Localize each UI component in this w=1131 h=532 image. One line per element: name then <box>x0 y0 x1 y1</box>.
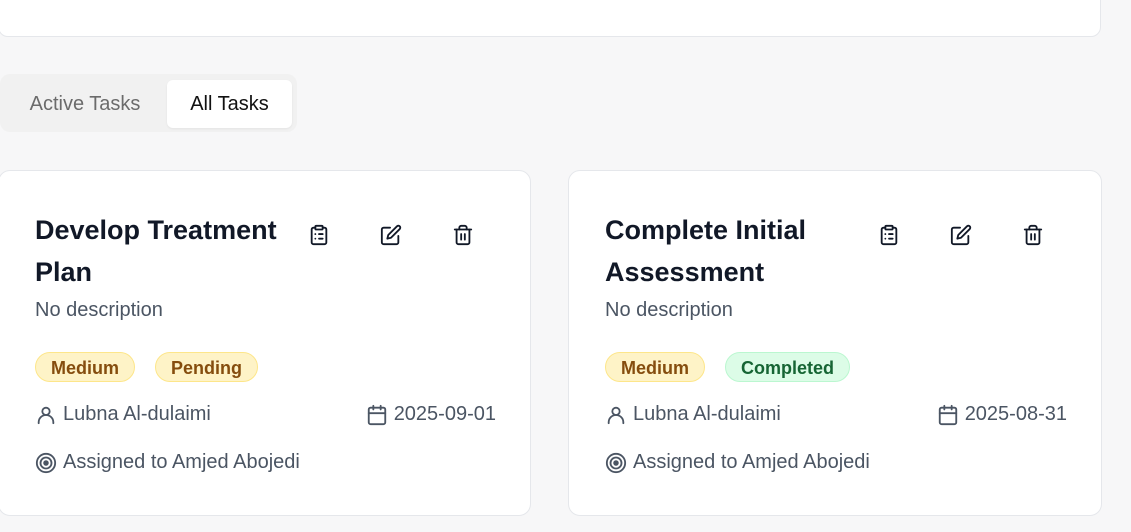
task-actions <box>303 219 503 251</box>
clipboard-list-icon <box>310 224 328 246</box>
trash-icon <box>1023 224 1043 246</box>
target-icon <box>35 452 57 473</box>
filters-panel <box>0 0 1101 37</box>
task-assignee: Assigned to Amjed Abojedi <box>605 451 870 474</box>
view-details-button[interactable] <box>873 219 905 251</box>
edit-icon <box>950 224 972 246</box>
status-badge: Pending <box>155 352 259 382</box>
task-description: No description <box>605 299 733 321</box>
trash-icon <box>453 224 473 246</box>
task-owner: Lubna Al-dulaimi <box>35 403 211 426</box>
view-details-button[interactable] <box>303 219 335 251</box>
task-card: Complete Initial Assessment No descripti… <box>568 170 1102 516</box>
edit-icon <box>380 224 402 246</box>
assignee-text: Assigned to Amjed Abojedi <box>63 451 300 473</box>
task-date: 2025-09-01 <box>366 403 496 426</box>
calendar-icon <box>938 404 957 425</box>
task-badges: Medium Completed <box>605 352 870 384</box>
due-date: 2025-08-31 <box>964 403 1067 425</box>
priority-badge: Medium <box>605 352 706 382</box>
edit-button[interactable] <box>945 219 977 251</box>
assignee-text: Assigned to Amjed Abojedi <box>633 451 870 473</box>
task-owner: Lubna Al-dulaimi <box>605 403 781 426</box>
task-date: 2025-08-31 <box>937 403 1067 426</box>
task-assignee: Assigned to Amjed Abojedi <box>35 451 300 474</box>
owner-name: Lubna Al-dulaimi <box>63 403 211 425</box>
task-description: No description <box>35 299 163 321</box>
delete-button[interactable] <box>1017 219 1049 251</box>
task-title: Complete Initial Assessment <box>605 215 807 287</box>
tab-active-tasks[interactable]: Active Tasks <box>10 80 160 128</box>
status-badge: Completed <box>725 352 851 382</box>
owner-name: Lubna Al-dulaimi <box>633 403 781 425</box>
tab-all-tasks[interactable]: All Tasks <box>167 80 292 128</box>
task-card: Develop Treatment Plan No description Me… <box>0 170 531 516</box>
target-icon <box>605 452 627 473</box>
edit-button[interactable] <box>375 219 407 251</box>
user-icon <box>37 406 55 424</box>
task-badges: Medium Pending <box>35 352 278 384</box>
delete-button[interactable] <box>447 219 479 251</box>
clipboard-list-icon <box>880 224 898 246</box>
task-title: Develop Treatment Plan <box>35 215 277 287</box>
task-tabs: Active Tasks All Tasks <box>0 74 297 132</box>
due-date: 2025-09-01 <box>393 403 496 425</box>
task-actions <box>873 219 1073 251</box>
calendar-icon <box>367 404 386 425</box>
priority-badge: Medium <box>35 352 136 382</box>
user-icon <box>607 406 625 424</box>
